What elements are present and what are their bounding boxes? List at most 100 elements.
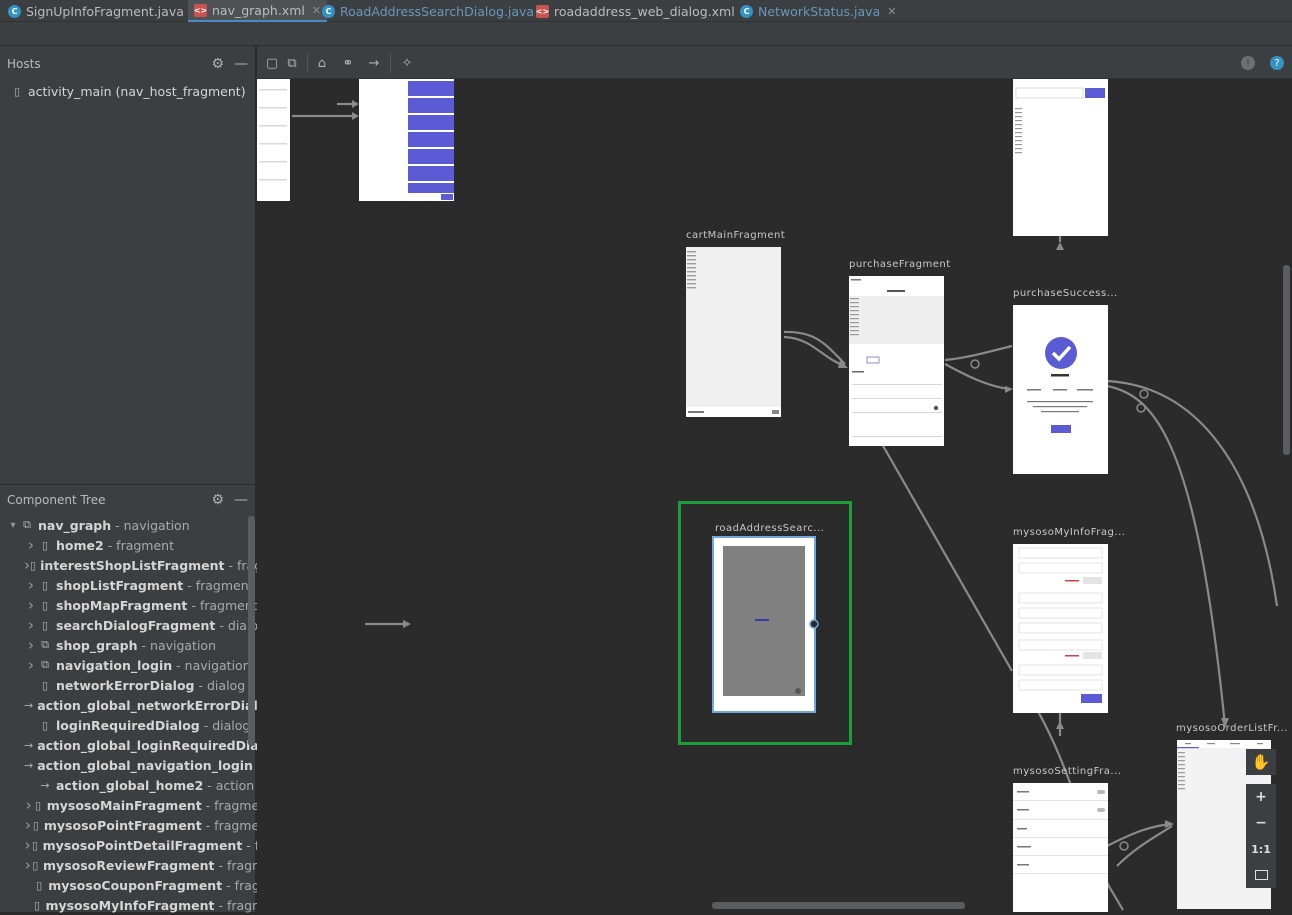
tree-row-name: shopListFragment (56, 577, 184, 593)
action-line (1106, 379, 1279, 607)
chevron-right-icon[interactable]: › (24, 596, 38, 614)
vertical-scrollbar[interactable] (1283, 265, 1290, 455)
screen-preview-content (1018, 547, 1103, 703)
navigation-icon: ⧉ (41, 658, 49, 671)
tree-row-name: shopMapFragment (56, 597, 188, 613)
java-class-icon: C (322, 4, 335, 18)
java-class-icon: C (740, 4, 753, 18)
arrow-head (352, 100, 359, 108)
tree-row[interactable]: ▾ ⧉ nav_graph - navigation (6, 515, 254, 535)
tree-row[interactable]: ▯ networkErrorDialog - dialog (24, 675, 272, 695)
fragment-icon: ▯ (41, 618, 49, 632)
tree-row[interactable]: › ▯ mysosoMainFragment - fragment (24, 795, 272, 815)
tab-signup-info-fragment[interactable]: C SignUpInfoFragment.java ✕ (8, 0, 200, 22)
action-handle[interactable] (808, 618, 820, 630)
tree-row[interactable]: › ▯ shopMapFragment - fragment (24, 595, 272, 615)
zoom-in-button[interactable]: + (1246, 784, 1276, 810)
zoom-out-button[interactable]: − (1246, 810, 1276, 836)
chevron-right-icon[interactable]: › (24, 616, 38, 634)
destination-preview[interactable] (1013, 79, 1108, 236)
action-icon: → (24, 698, 34, 712)
gear-icon[interactable]: ⚙ (211, 56, 224, 72)
fragment-icon: ▯ (30, 558, 37, 572)
destination-preview[interactable] (359, 79, 454, 201)
editor-toolbar-row (0, 22, 1292, 46)
tree-row[interactable]: ▯ loginRequiredDialog - dialog (24, 715, 272, 735)
tree-row[interactable]: › ▯ shopListFragment - fragment (24, 575, 272, 595)
pan-hand-button[interactable]: ✋ (1246, 749, 1276, 775)
tree-row-type: - navigation (141, 637, 217, 653)
fragment-icon: ▯ (41, 718, 49, 732)
cart-main-fragment-preview[interactable] (686, 247, 781, 417)
tree-row[interactable]: › ▯ searchDialogFragment - dialog (24, 615, 272, 635)
zoom-to-fit-button[interactable] (1246, 862, 1276, 888)
tree-row[interactable]: ›▯mysosoPointDetailFragment- fra (24, 835, 272, 855)
component-tree-scrollbar[interactable] (248, 516, 255, 746)
navigation-graph-canvas[interactable]: ▢ ⧉ ⌂ ⚭ → ✧ ! ? cartMainFragment purchas… (257, 46, 1292, 912)
tree-row[interactable]: › ▯ home2- fragment (24, 535, 272, 555)
destination-label: mysosoSettingFra... (1013, 766, 1122, 777)
tab-road-address-search-dialog[interactable]: C RoadAddressSearchDialog.java ✕ (322, 0, 550, 22)
horizontal-scrollbar[interactable] (712, 902, 965, 909)
close-icon[interactable]: ✕ (887, 5, 896, 18)
chevron-right-icon[interactable]: › (24, 836, 31, 854)
tree-row-name: mysosoPointFragment (43, 817, 202, 833)
minimize-icon[interactable]: — (234, 492, 248, 508)
hosts-title: Hosts (7, 57, 41, 71)
chevron-right-icon[interactable]: › (24, 636, 38, 654)
minimize-icon[interactable]: — (234, 56, 248, 72)
action-line (1106, 822, 1173, 847)
pop-to-marker (1136, 403, 1146, 413)
tree-row[interactable]: › ⧉ navigation_login - navigation (24, 655, 272, 675)
tab-roadaddress-web-dialog[interactable]: <> roadaddress_web_dialog.xml ✕ (536, 0, 751, 22)
tree-row-type: - fragment (187, 577, 254, 593)
tree-row-name: mysosoPointDetailFragment (42, 837, 243, 853)
zoom-actual-size-button[interactable]: 1:1 (1246, 836, 1276, 862)
tree-row-type: - action (207, 777, 255, 793)
tree-row-name: mysosoMyInfoFragment (45, 897, 215, 913)
tree-row[interactable]: › ▯ mysosoPointFragment - fragment (24, 815, 272, 835)
purchase-success-fragment-preview[interactable] (1013, 305, 1108, 474)
tree-row[interactable]: → action_global_home2- action (24, 775, 272, 795)
chevron-right-icon[interactable]: › (24, 576, 38, 594)
tree-row[interactable]: ›▯interestShopListFragment- fragm (24, 555, 272, 575)
tree-row[interactable]: › ⧉ shop_graph - navigation (24, 635, 272, 655)
navigation-icon: ⧉ (23, 518, 31, 531)
tab-label: NetworkStatus.java (758, 3, 881, 19)
purchase-fragment-preview[interactable] (849, 276, 944, 446)
hosts-header: Hosts ⚙ — (0, 49, 256, 79)
tree-row[interactable]: ▯ mysosoCouponFragment - fragm (24, 875, 272, 895)
destination-preview[interactable] (257, 79, 290, 201)
tree-row[interactable]: → action_global_loginRequiredDialog (24, 735, 272, 755)
tab-network-status[interactable]: C NetworkStatus.java ✕ (740, 0, 896, 22)
mysoso-setting-fragment-preview[interactable] (1013, 783, 1108, 912)
fragment-icon: ▯ (41, 538, 49, 552)
screen-preview-content (1015, 87, 1105, 154)
tree-row[interactable]: › ▯ mysosoReviewFragment - fragme (24, 855, 272, 875)
chevron-right-icon[interactable]: › (24, 536, 38, 554)
close-icon[interactable]: ✕ (312, 4, 321, 17)
tree-row[interactable]: → action_global_networkErrorDialog (24, 695, 272, 715)
action-icon: → (40, 778, 50, 792)
chevron-right-icon[interactable]: › (24, 656, 38, 674)
editor-tab-bar: C SignUpInfoFragment.java ✕ <> nav_graph… (0, 0, 1292, 22)
tree-row[interactable]: →action_global_navigation_login- a (24, 755, 272, 775)
tab-label: SignUpInfoFragment.java (26, 3, 184, 19)
tab-label: nav_graph.xml (212, 2, 305, 18)
screen-preview-content (755, 619, 801, 694)
chevron-right-icon[interactable]: › (24, 816, 32, 834)
chevron-right-icon[interactable]: › (24, 856, 32, 874)
road-address-search-dialog-preview[interactable] (712, 536, 816, 713)
destination-label: mysosoMyInfoFrag... (1013, 527, 1126, 538)
component-tree-title: Component Tree (7, 492, 106, 507)
chevron-right-icon[interactable]: › (24, 796, 33, 814)
tab-nav-graph[interactable]: <> nav_graph.xml ✕ (188, 0, 328, 22)
host-item[interactable]: ▯ activity_main (nav_host_fragment) (10, 81, 258, 101)
tree-row-name: mysosoMainFragment (46, 797, 202, 813)
tree-row-name: loginRequiredDialog (56, 717, 200, 733)
chevron-down-icon[interactable]: ▾ (6, 520, 20, 531)
tree-row-type: - navigation (115, 517, 190, 533)
mysoso-myinfo-fragment-preview[interactable] (1013, 544, 1108, 713)
tree-row[interactable]: ▯ mysosoMyInfoFragment - fragme (24, 895, 272, 915)
gear-icon[interactable]: ⚙ (211, 492, 224, 508)
